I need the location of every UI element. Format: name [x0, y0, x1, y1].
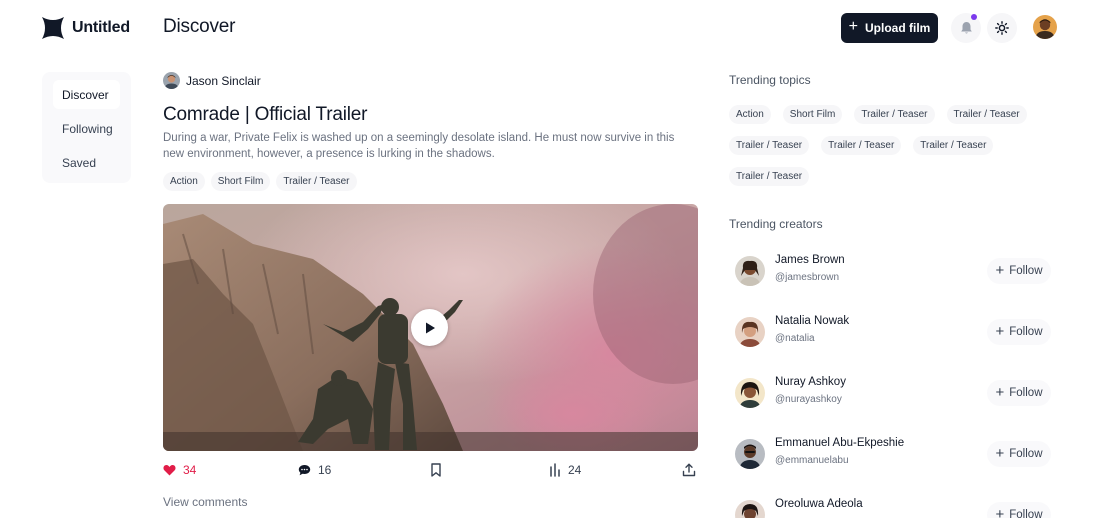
creator-name[interactable]: Emmanuel Abu-Ekpeshie [775, 437, 904, 449]
view-comments-link[interactable]: View comments [163, 495, 247, 509]
follow-label: Follow [1009, 265, 1043, 277]
plus-icon: + [995, 444, 1005, 462]
bar-chart-icon [550, 463, 560, 477]
topic-tag[interactable]: Trailer / Teaser [854, 105, 935, 124]
bookmark-icon [431, 463, 441, 477]
notification-dot [971, 14, 977, 20]
follow-label: Follow [1009, 387, 1043, 399]
follow-label: Follow [1009, 448, 1043, 460]
sidebar-nav: Discover Following Saved [42, 72, 131, 183]
plus-icon: + [995, 505, 1005, 518]
notifications-button[interactable] [951, 13, 981, 43]
creator-row: James Brown @jamesbrown + Follow [735, 253, 1051, 293]
plus-icon: + [848, 18, 858, 35]
follow-button[interactable]: + Follow [987, 502, 1051, 518]
creator-row: Emmanuel Abu-Ekpeshie @emmanuelabu + Foll… [735, 436, 1051, 476]
comment-icon [298, 465, 311, 476]
creator-name[interactable]: Nuray Ashkoy [775, 376, 846, 388]
logo-icon [42, 17, 64, 39]
follow-button[interactable]: + Follow [987, 380, 1051, 406]
topic-tag[interactable]: Trailer / Teaser [821, 136, 902, 155]
follow-button[interactable]: + Follow [987, 319, 1051, 345]
bookmark-button[interactable] [430, 463, 442, 477]
post-actions: 34 16 24 [163, 463, 698, 483]
sidebar-item-label: Following [62, 121, 113, 136]
plus-icon: + [995, 261, 1005, 279]
follow-label: Follow [1009, 509, 1043, 518]
creator-handle: @jamesbrown [775, 272, 840, 283]
trending-creators-title: Trending creators [729, 217, 823, 231]
upload-film-button[interactable]: + Upload film [841, 13, 938, 43]
post-author[interactable]: Jason Sinclair [163, 72, 261, 89]
comment-button[interactable]: 16 [298, 463, 331, 477]
topic-tag[interactable]: Trailer / Teaser [729, 136, 810, 155]
share-icon [682, 463, 696, 477]
plus-icon: + [995, 383, 1005, 401]
play-button[interactable] [411, 309, 448, 346]
page-title: Discover [163, 16, 236, 37]
post-tags: Action Short Film Trailer / Teaser [163, 172, 357, 191]
creator-handle: @emmanuelabu [775, 455, 849, 466]
share-button[interactable] [682, 463, 696, 477]
upload-film-label: Upload film [865, 21, 931, 35]
like-count: 34 [183, 463, 197, 477]
sidebar-item-saved[interactable]: Saved [53, 148, 120, 177]
post-tag[interactable]: Action [163, 172, 205, 191]
video-player[interactable] [163, 204, 698, 451]
views-count: 24 [568, 463, 582, 477]
follow-button[interactable]: + Follow [987, 258, 1051, 284]
follow-label: Follow [1009, 326, 1043, 338]
trending-topics-title: Trending topics [729, 73, 811, 87]
creator-avatar[interactable] [735, 256, 765, 286]
topic-tag[interactable]: Trailer / Teaser [729, 167, 810, 186]
author-avatar [163, 72, 180, 89]
creator-handle: @nurayashkoy [775, 394, 842, 405]
author-name: Jason Sinclair [186, 73, 261, 88]
like-button[interactable]: 34 [163, 463, 196, 477]
post-tag[interactable]: Trailer / Teaser [276, 172, 357, 191]
creator-name[interactable]: James Brown [775, 254, 845, 266]
sidebar-item-discover[interactable]: Discover [53, 80, 120, 109]
heart-icon [163, 464, 176, 476]
topic-tag[interactable]: Trailer / Teaser [913, 136, 994, 155]
creator-row: Natalia Nowak @natalia + Follow [735, 314, 1051, 354]
sidebar-item-label: Saved [62, 155, 97, 170]
creator-name[interactable]: Oreoluwa Adeola [775, 498, 863, 510]
user-avatar[interactable] [1033, 15, 1057, 39]
play-icon [425, 322, 435, 333]
plus-icon: + [995, 322, 1005, 340]
creator-avatar[interactable] [735, 317, 765, 347]
theme-toggle-button[interactable] [987, 13, 1017, 43]
follow-button[interactable]: + Follow [987, 441, 1051, 467]
sun-icon [995, 21, 1009, 35]
post-description: During a war, Private Felix is washed up… [163, 132, 675, 160]
topic-tag[interactable]: Short Film [782, 105, 843, 124]
trending-topics-list: Action Short Film Trailer / Teaser Trail… [729, 105, 1059, 186]
app-logo[interactable]: Untitled [42, 17, 130, 39]
creator-row: Oreoluwa Adeola + Follow [735, 497, 1051, 518]
app-name: Untitled [72, 19, 130, 36]
creator-name[interactable]: Natalia Nowak [775, 315, 849, 327]
creator-avatar[interactable] [735, 378, 765, 408]
sidebar-item-following[interactable]: Following [53, 114, 120, 143]
creator-handle: @natalia [775, 333, 815, 344]
comment-count: 16 [318, 463, 332, 477]
creator-avatar[interactable] [735, 439, 765, 469]
post-title: Comrade | Official Trailer [163, 104, 368, 125]
views-stat: 24 [549, 463, 581, 477]
creator-avatar[interactable] [735, 500, 765, 518]
topic-tag[interactable]: Action [729, 105, 771, 124]
creator-row: Nuray Ashkoy @nurayashkoy + Follow [735, 375, 1051, 415]
bell-icon [960, 22, 972, 34]
user-avatar-image [1033, 15, 1057, 39]
topic-tag[interactable]: Trailer / Teaser [946, 105, 1027, 124]
sidebar-item-label: Discover [62, 87, 109, 102]
post-tag[interactable]: Short Film [210, 172, 271, 191]
